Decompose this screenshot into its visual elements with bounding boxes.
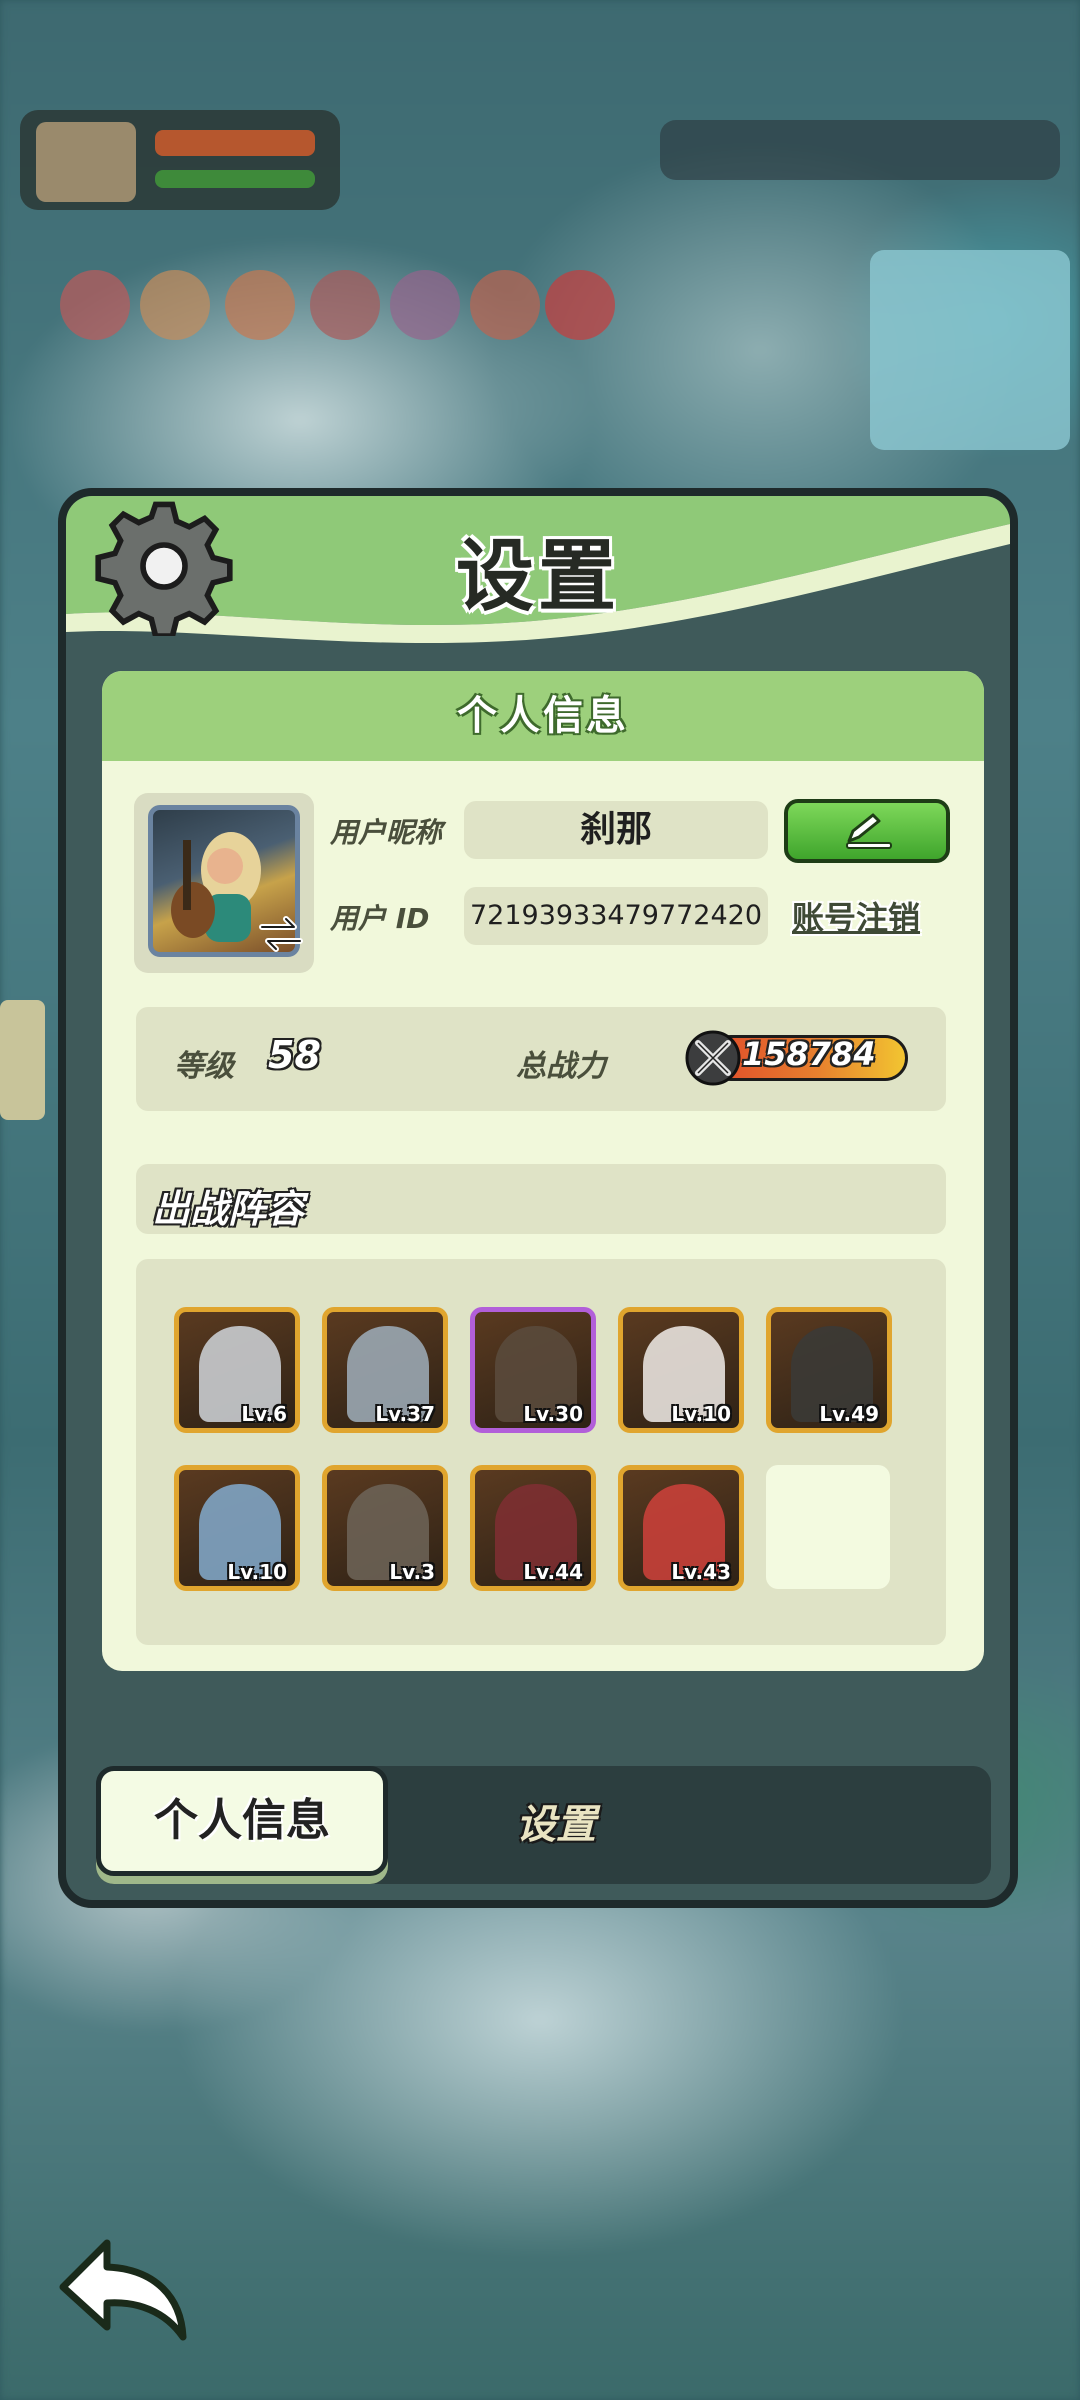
hero-card[interactable]: Lv.6 xyxy=(174,1307,300,1433)
cancel-account-link[interactable]: 账号注销 xyxy=(792,893,920,939)
nickname-field: 刹那 xyxy=(464,801,768,859)
hero-card[interactable]: Lv.10 xyxy=(174,1465,300,1591)
lineup-grid: Lv.6 Lv.37 Lv.30 Lv.10 Lv.49 Lv.10 Lv.3 Lv.44 Lv… xyxy=(136,1259,946,1645)
backdrop-icon xyxy=(470,270,540,340)
hero-level: Lv.37 xyxy=(375,1402,435,1426)
back-arrow-icon[interactable] xyxy=(55,2235,195,2345)
hero-card[interactable]: Lv.49 xyxy=(766,1307,892,1433)
pencil-icon xyxy=(846,813,892,849)
profile-section: 个人信息 用户昵称 刹那 用 xyxy=(102,671,984,1671)
power-value: 158784 xyxy=(742,1035,876,1073)
backdrop-icon xyxy=(390,270,460,340)
power-badge: 158784 xyxy=(684,1029,914,1087)
backdrop-icon xyxy=(545,270,615,340)
avatar-container[interactable] xyxy=(134,793,314,973)
power-label: 总战力 xyxy=(516,1049,606,1084)
hero-card[interactable]: Lv.30 xyxy=(470,1307,596,1433)
hero-level: Lv.44 xyxy=(523,1560,583,1584)
nickname-label: 用户昵称 xyxy=(330,816,443,849)
user-id-label: 用户 ID xyxy=(330,902,430,935)
hero-level: Lv.43 xyxy=(671,1560,731,1584)
settings-panel: 设置 个人信息 用户昵称 刹那 xyxy=(58,488,1018,1908)
hero-card[interactable]: Lv.3 xyxy=(322,1465,448,1591)
backdrop-icon xyxy=(310,270,380,340)
hero-level: Lv.3 xyxy=(389,1560,435,1584)
stats-bar: 等级 58 总战力 158784 xyxy=(136,1007,946,1111)
backdrop-side-widget xyxy=(0,1000,45,1120)
hero-level: Lv.10 xyxy=(671,1402,731,1426)
hero-level: Lv.6 xyxy=(241,1402,287,1426)
backdrop-minimap xyxy=(870,250,1070,450)
bottom-tab-bar: 个人信息 设置 xyxy=(96,1766,991,1884)
backdrop-player-hud xyxy=(20,110,340,210)
edit-nickname-button[interactable] xyxy=(784,799,950,863)
lineup-header: 出战阵容 xyxy=(136,1164,946,1234)
panel-title: 设置 xyxy=(455,532,620,622)
hero-level: Lv.30 xyxy=(523,1402,583,1426)
crossed-swords-icon xyxy=(685,1030,741,1086)
user-id-field: 7219393347977242​0 xyxy=(464,887,768,945)
swap-arrows-icon[interactable] xyxy=(256,909,306,959)
backdrop-resource-bar xyxy=(660,120,1060,180)
backdrop-icon xyxy=(225,270,295,340)
level-value: 58 xyxy=(268,1033,321,1077)
hero-level: Lv.10 xyxy=(227,1560,287,1584)
tab-profile[interactable]: 个人信息 xyxy=(96,1766,388,1876)
empty-hero-slot[interactable] xyxy=(766,1465,890,1589)
hero-level: Lv.49 xyxy=(819,1402,879,1426)
hero-card[interactable]: Lv.37 xyxy=(322,1307,448,1433)
hero-card[interactable]: Lv.43 xyxy=(618,1465,744,1591)
level-label: 等级 xyxy=(174,1049,234,1084)
hero-card[interactable]: Lv.10 xyxy=(618,1307,744,1433)
tab-profile-label: 个人信息 xyxy=(154,1795,330,1846)
backdrop-icon xyxy=(140,270,210,340)
lineup-title: 出战阵容 xyxy=(152,1187,305,1231)
tab-settings[interactable]: 设置 xyxy=(516,1792,596,1850)
backdrop-icon xyxy=(60,270,130,340)
section-header: 个人信息 xyxy=(102,671,984,761)
hero-card[interactable]: Lv.44 xyxy=(470,1465,596,1591)
